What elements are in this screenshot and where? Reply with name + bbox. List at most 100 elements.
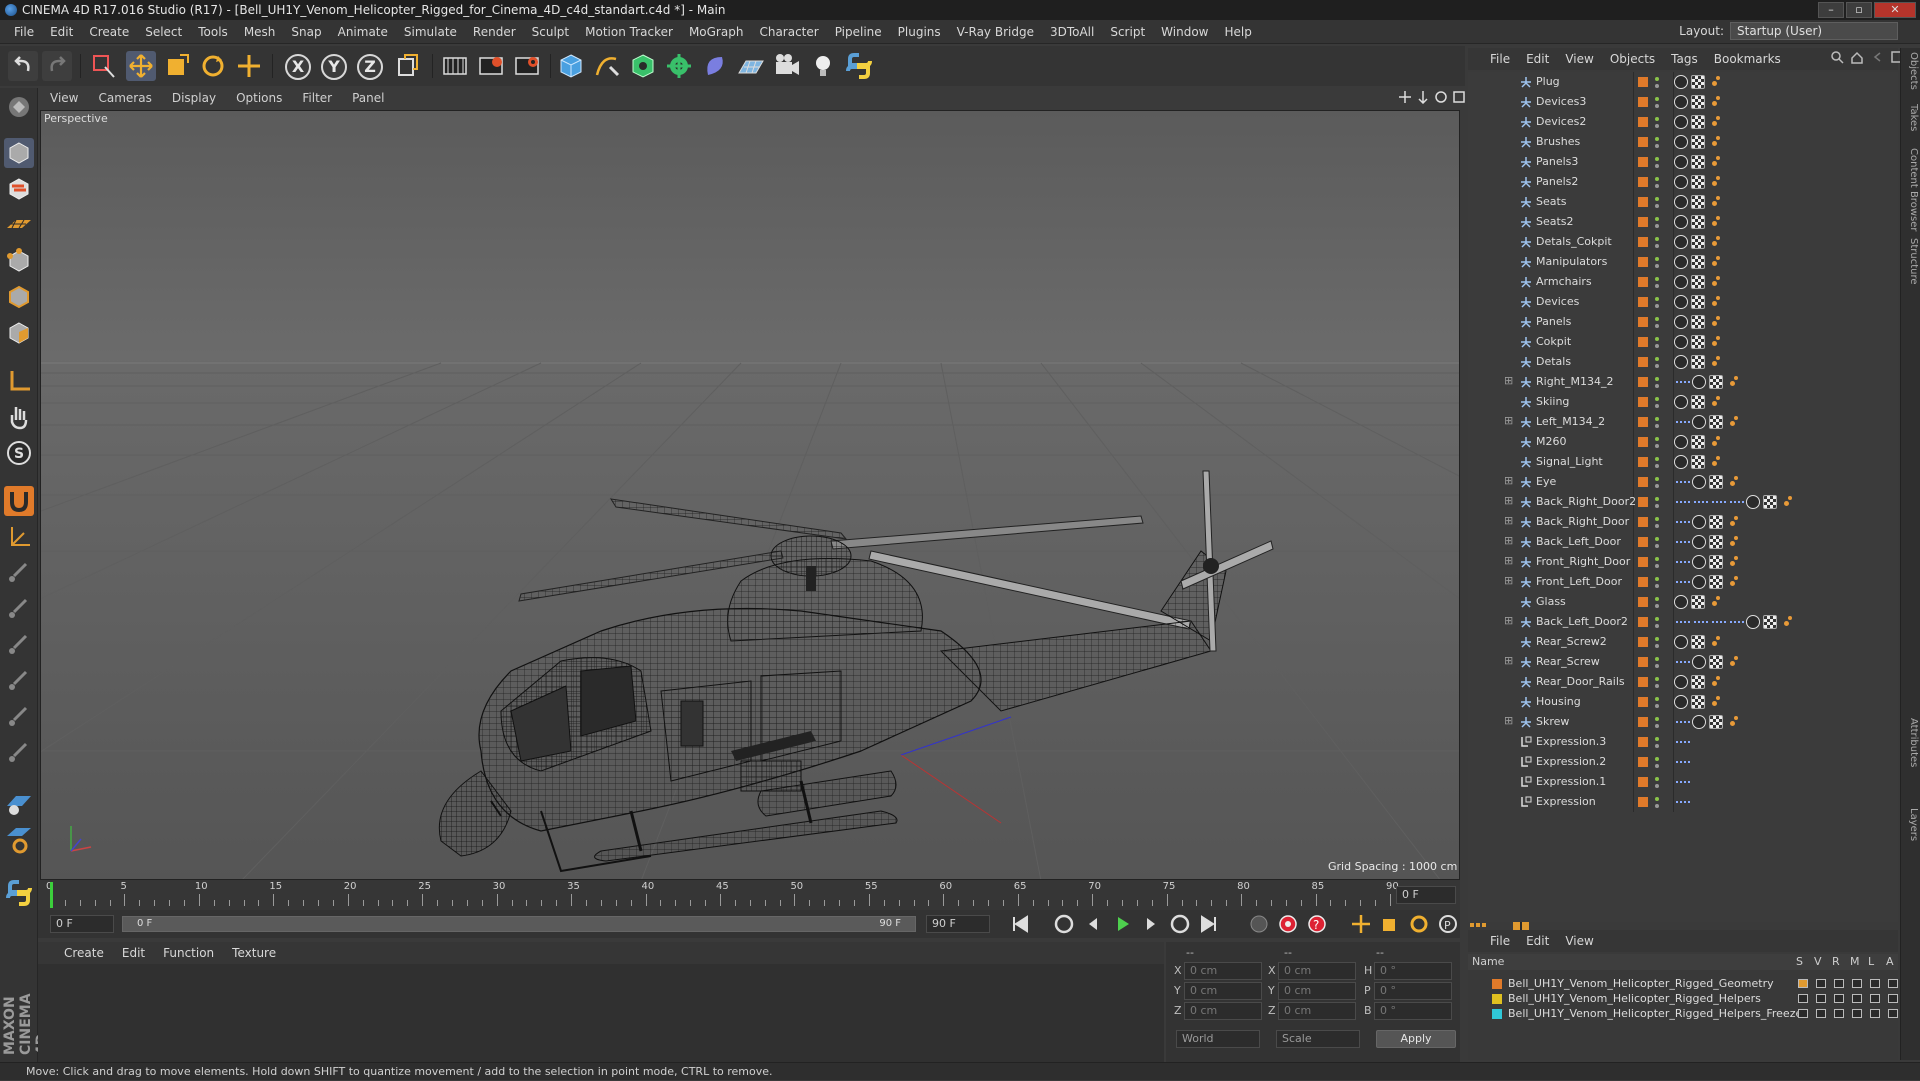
protection-tag-icon[interactable] <box>1708 215 1722 229</box>
phong-tag-icon[interactable] <box>1674 595 1688 609</box>
scale-tool-icon[interactable] <box>162 51 192 81</box>
visibility-toggle-icon[interactable] <box>1654 734 1660 750</box>
object-name[interactable]: Back_Right_Door <box>1536 515 1629 528</box>
object-row[interactable]: Housing <box>1468 692 1898 712</box>
texture-tag-icon[interactable] <box>1691 135 1705 149</box>
layer-name[interactable]: Bell_UH1Y_Venom_Helicopter_Rigged_Helper… <box>1508 992 1761 1005</box>
object-name[interactable]: Expression.2 <box>1536 755 1606 768</box>
start-frame-field[interactable]: 0 F <box>50 915 114 933</box>
layer-flag-icon[interactable] <box>1852 979 1862 988</box>
object-name[interactable]: Panels <box>1536 315 1571 328</box>
x-axis-lock-button[interactable]: X <box>285 54 311 80</box>
visibility-toggle-icon[interactable] <box>1654 214 1660 230</box>
sculpt-flatten-icon[interactable] <box>4 702 34 732</box>
make-editable-icon[interactable] <box>4 92 34 122</box>
menu-animate[interactable]: Animate <box>330 20 396 44</box>
protection-tag-icon[interactable] <box>1726 715 1740 729</box>
object-name[interactable]: Back_Left_Door <box>1536 535 1621 548</box>
texture-tag-icon[interactable] <box>1709 575 1723 589</box>
object-row[interactable]: Seats <box>1468 192 1898 212</box>
python-script-icon[interactable] <box>4 878 34 908</box>
layer-flag-icon[interactable] <box>1798 979 1808 988</box>
object-row[interactable]: Rear_Screw2 <box>1468 632 1898 652</box>
expand-toggle-icon[interactable]: ⊞ <box>1504 655 1514 666</box>
axis-mode-icon[interactable] <box>4 366 34 396</box>
layer-flag-icon[interactable] <box>1888 979 1898 988</box>
protection-tag-icon[interactable] <box>1726 475 1740 489</box>
visibility-toggle-icon[interactable] <box>1654 154 1660 170</box>
key-parameter-icon[interactable]: P <box>1436 912 1460 939</box>
texture-tag-icon[interactable] <box>1691 315 1705 329</box>
material-menu-create[interactable]: Create <box>64 946 104 960</box>
viewport-menu-display[interactable]: Display <box>172 91 216 105</box>
visibility-toggle-icon[interactable] <box>1654 614 1660 630</box>
object-name[interactable]: Expression.1 <box>1536 775 1606 788</box>
move-view-icon[interactable] <box>1398 90 1412 104</box>
ik-tag-icon[interactable] <box>1728 495 1746 509</box>
viewport-menu-panel[interactable]: Panel <box>352 91 384 105</box>
viewport-menu-cameras[interactable]: Cameras <box>98 91 151 105</box>
visibility-toggle-icon[interactable] <box>1654 374 1660 390</box>
layer-flag-icon[interactable] <box>1798 994 1808 1003</box>
visibility-toggle-icon[interactable] <box>1654 114 1660 130</box>
layer-color-swatch[interactable] <box>1492 1009 1502 1019</box>
protection-tag-icon[interactable] <box>1708 635 1722 649</box>
sculpt-smooth-icon[interactable] <box>4 630 34 660</box>
coord-position-x-field[interactable]: 0 cm <box>1184 962 1262 980</box>
grid-settings-icon[interactable] <box>4 788 34 818</box>
expand-toggle-icon[interactable]: ⊞ <box>1504 375 1514 386</box>
layer-menu-view[interactable]: View <box>1565 934 1593 948</box>
record-keys-icon[interactable] <box>1247 912 1271 939</box>
layer-flag-icon[interactable] <box>1870 994 1880 1003</box>
cube-primitive-icon[interactable] <box>556 51 586 81</box>
object-row[interactable]: ⊞ Front_Left_Door <box>1468 572 1898 592</box>
ik-tag-icon[interactable] <box>1674 415 1692 429</box>
visibility-toggle-icon[interactable] <box>1654 134 1660 150</box>
object-name[interactable]: Expression <box>1536 795 1596 808</box>
material-menu-edit[interactable]: Edit <box>122 946 145 960</box>
protection-tag-icon[interactable] <box>1708 455 1722 469</box>
object-row[interactable]: Expression.3 <box>1468 732 1898 752</box>
object-name[interactable]: Detals <box>1536 355 1571 368</box>
layer-flag-icon[interactable] <box>1816 994 1826 1003</box>
layer-flag-icon[interactable] <box>1870 1009 1880 1018</box>
protection-tag-icon[interactable] <box>1726 655 1740 669</box>
rotate-view-icon[interactable] <box>1434 90 1448 104</box>
expand-toggle-icon[interactable]: ⊞ <box>1504 575 1514 586</box>
object-row[interactable]: ⊞ Front_Right_Door <box>1468 552 1898 572</box>
light-icon[interactable] <box>808 51 838 81</box>
phong-tag-icon[interactable] <box>1674 335 1688 349</box>
keyframe-selection-icon[interactable]: ? <box>1305 912 1329 939</box>
texture-tag-icon[interactable] <box>1763 495 1777 509</box>
object-row[interactable]: ⊞ Back_Right_Door2 <box>1468 492 1898 512</box>
protection-tag-icon[interactable] <box>1708 395 1722 409</box>
phong-tag-icon[interactable] <box>1692 375 1706 389</box>
object-row[interactable]: Detals <box>1468 352 1898 372</box>
object-name[interactable]: Panels2 <box>1536 175 1578 188</box>
previous-keyframe-icon[interactable] <box>1052 912 1076 939</box>
protection-tag-icon[interactable] <box>1708 355 1722 369</box>
protection-tag-icon[interactable] <box>1726 555 1740 569</box>
expand-toggle-icon[interactable]: ⊞ <box>1504 555 1514 566</box>
phong-tag-icon[interactable] <box>1692 515 1706 529</box>
side-tab-attributes[interactable]: Attributes <box>1903 718 1919 767</box>
expand-toggle-icon[interactable]: ⊞ <box>1504 515 1514 526</box>
phong-tag-icon[interactable] <box>1674 295 1688 309</box>
protection-tag-icon[interactable] <box>1726 535 1740 549</box>
phong-tag-icon[interactable] <box>1674 275 1688 289</box>
phong-tag-icon[interactable] <box>1674 135 1688 149</box>
object-name[interactable]: Back_Right_Door2 <box>1536 495 1636 508</box>
layer-flag-icon[interactable] <box>1888 1009 1898 1018</box>
visibility-toggle-icon[interactable] <box>1654 454 1660 470</box>
visibility-toggle-icon[interactable] <box>1654 174 1660 190</box>
end-frame-field[interactable]: 90 F <box>926 915 990 933</box>
viewport-menu-filter[interactable]: Filter <box>302 91 332 105</box>
magnet-icon[interactable] <box>4 486 34 516</box>
texture-tag-icon[interactable] <box>1709 515 1723 529</box>
object-row[interactable]: ⊞ Back_Left_Door2 <box>1468 612 1898 632</box>
ik-tag-icon[interactable] <box>1674 755 1692 769</box>
protection-tag-icon[interactable] <box>1708 335 1722 349</box>
snap-icon[interactable]: S <box>4 438 34 468</box>
ik-tag-icon[interactable] <box>1674 515 1692 529</box>
menu-select[interactable]: Select <box>137 20 190 44</box>
